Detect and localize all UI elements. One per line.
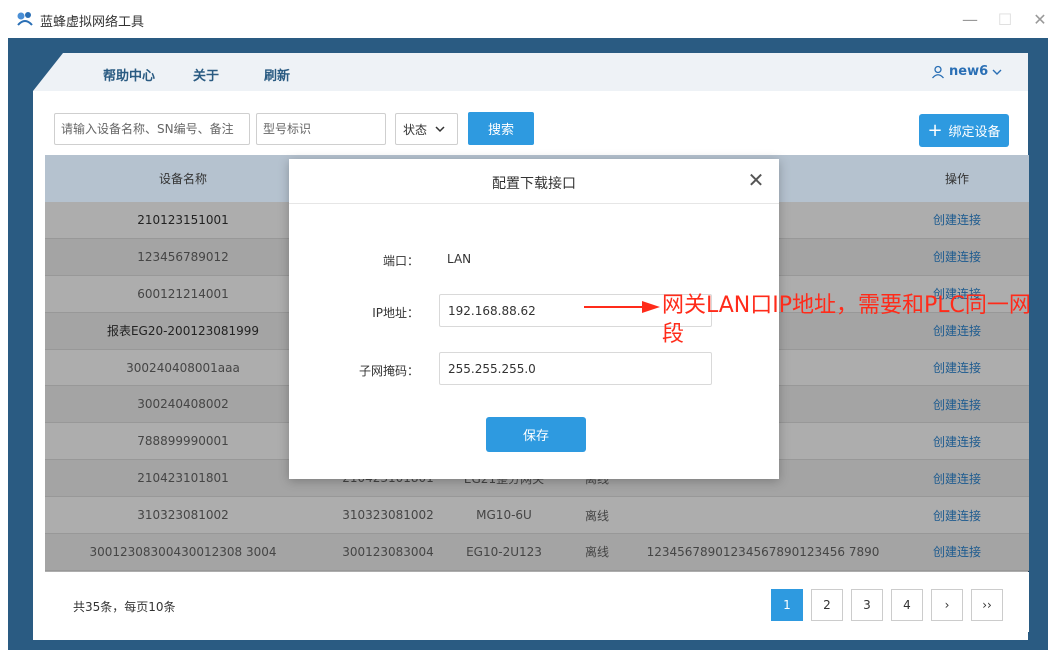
model-input[interactable] bbox=[256, 113, 386, 145]
nav-corner bbox=[33, 53, 63, 91]
subnet-mask-label: 子网掩码： bbox=[358, 364, 419, 378]
minimize-button[interactable]: — bbox=[955, 8, 985, 30]
port-value: LAN bbox=[447, 252, 472, 266]
next-page-button[interactable]: › bbox=[931, 589, 963, 621]
search-input[interactable] bbox=[54, 113, 250, 145]
bind-device-label: 绑定设备 bbox=[948, 125, 1001, 140]
dialog-title: 配置下载接口 bbox=[492, 176, 576, 192]
nav-about[interactable]: 关于 bbox=[193, 65, 219, 84]
page-button-4[interactable]: 4 bbox=[891, 589, 923, 621]
bind-device-button[interactable]: + 绑定设备 bbox=[919, 114, 1009, 147]
nav-refresh[interactable]: 刷新 bbox=[264, 65, 290, 84]
close-window-button[interactable]: ✕ bbox=[1025, 8, 1055, 30]
app-title: 蓝蜂虚拟网络工具 bbox=[40, 15, 145, 30]
status-select-label: 状态 bbox=[403, 122, 428, 137]
title-bar: 蓝蜂虚拟网络工具 — ☐ ✕ bbox=[0, 0, 1056, 38]
chevron-down-icon bbox=[992, 69, 1002, 75]
user-icon bbox=[932, 65, 944, 78]
col-header-operation: 操作 bbox=[944, 172, 969, 186]
top-nav: 帮助中心 关于 刷新 new6 bbox=[33, 53, 1028, 91]
page-button-2[interactable]: 2 bbox=[811, 589, 843, 621]
subnet-mask-input[interactable] bbox=[439, 352, 712, 385]
annotation-arrow-icon bbox=[584, 301, 660, 313]
dialog-header: 配置下载接口 ✕ bbox=[289, 159, 779, 204]
last-page-button[interactable]: ›› bbox=[971, 589, 1003, 621]
status-select[interactable]: 状态 bbox=[395, 113, 458, 145]
plus-icon: + bbox=[927, 119, 943, 141]
close-icon[interactable]: ✕ bbox=[745, 168, 767, 192]
user-name: new6 bbox=[949, 64, 989, 79]
annotation-text: 网关LAN口IP地址，需要和PLC同一网段 bbox=[662, 293, 1031, 347]
ip-label: IP地址： bbox=[372, 306, 419, 320]
save-button[interactable]: 保存 bbox=[486, 417, 586, 452]
col-header-name: 设备名称 bbox=[158, 172, 207, 186]
port-label: 端口： bbox=[382, 254, 419, 268]
chevron-down-icon bbox=[435, 126, 445, 133]
search-button[interactable]: 搜索 bbox=[468, 112, 534, 145]
pagination: 1 2 3 4 › ›› bbox=[771, 589, 1003, 621]
nav-help-center[interactable]: 帮助中心 bbox=[103, 65, 155, 84]
user-menu[interactable]: new6 bbox=[931, 64, 1002, 79]
app-logo-icon bbox=[17, 12, 33, 26]
maximize-button[interactable]: ☐ bbox=[990, 8, 1020, 30]
total-count: 共35条，每页10条 bbox=[73, 600, 176, 614]
page-button-1[interactable]: 1 bbox=[771, 589, 803, 621]
table-footer: 共35条，每页10条 1 2 3 4 › ›› bbox=[45, 572, 1029, 632]
page-button-3[interactable]: 3 bbox=[851, 589, 883, 621]
